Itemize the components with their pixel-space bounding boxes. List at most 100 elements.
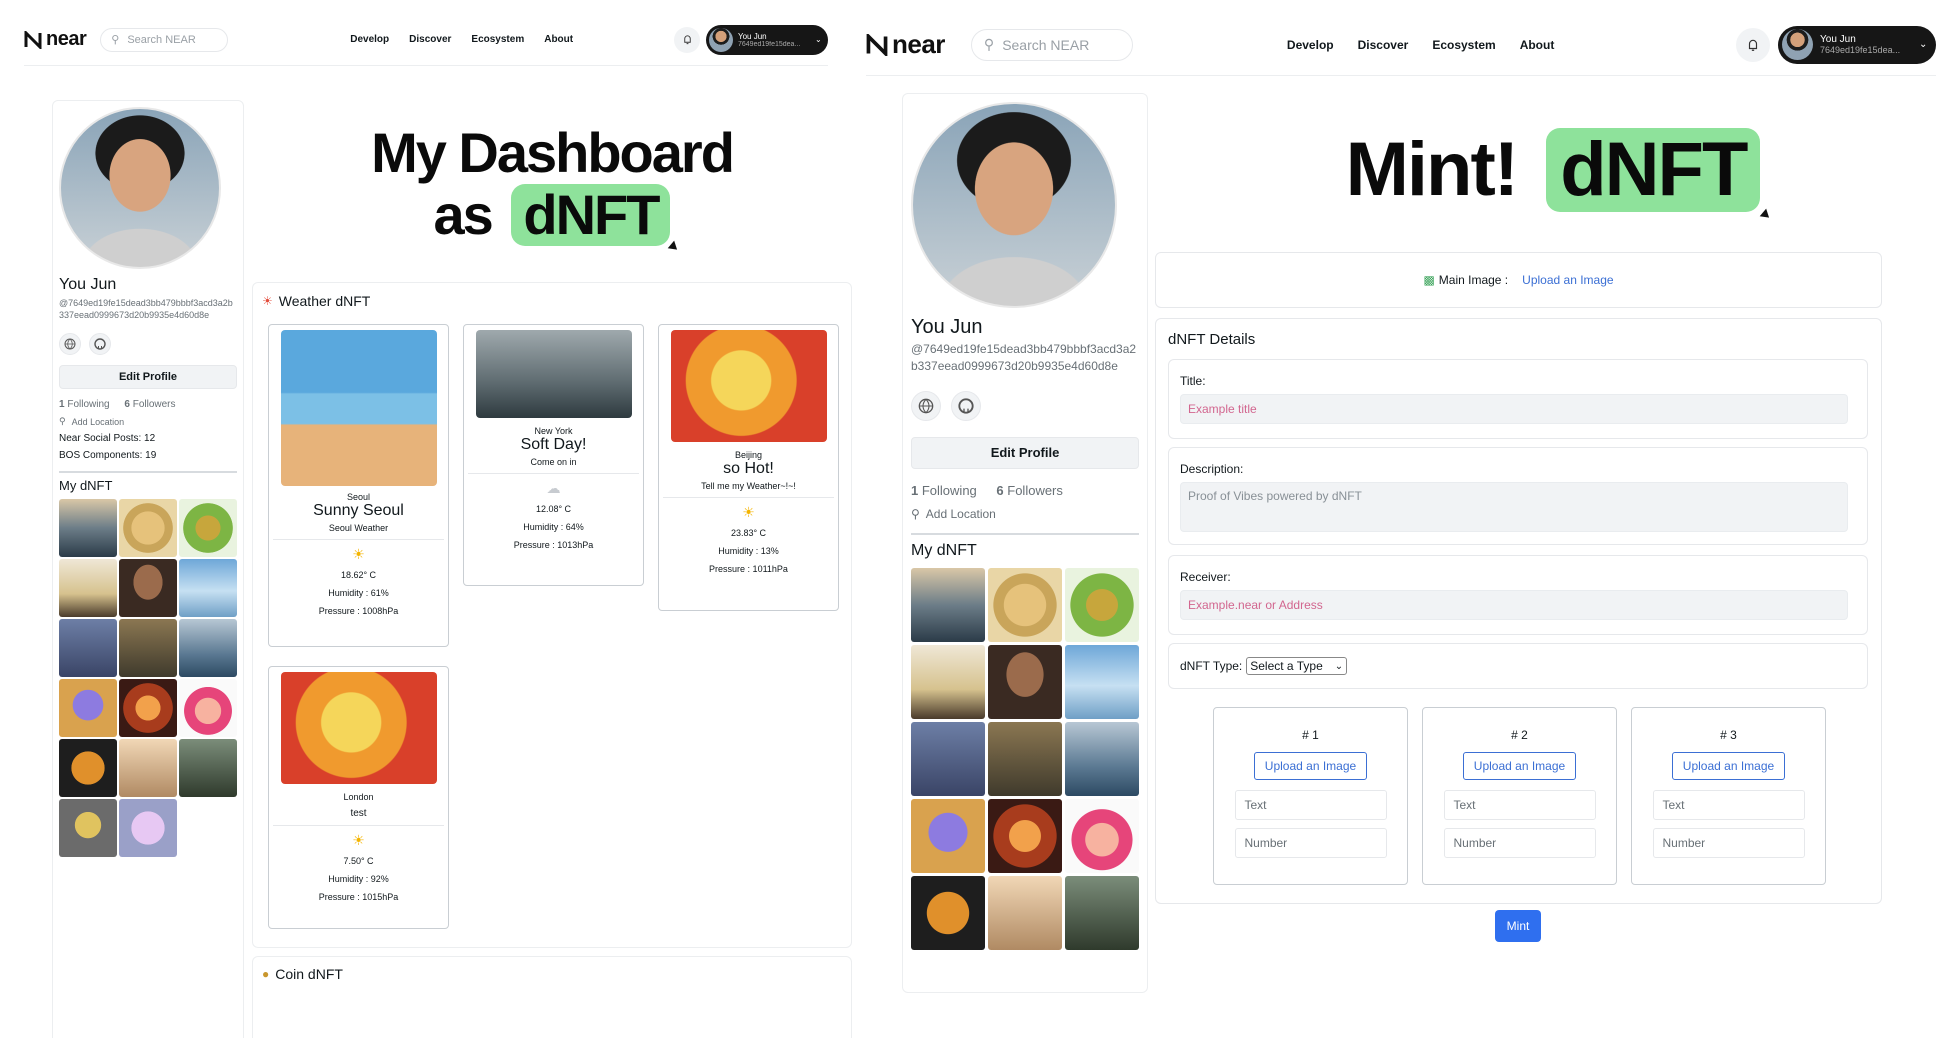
title-input[interactable]: Example title [1180, 394, 1848, 424]
following-label[interactable]: Following [922, 483, 977, 498]
edit-profile-button[interactable]: Edit Profile [59, 365, 237, 389]
weather-card-beijing[interactable]: Beijing so Hot! Tell me my Weather~!~! ☀… [658, 324, 839, 611]
location-pin-icon: ⚲ [59, 416, 66, 426]
nft-thumb[interactable] [988, 799, 1062, 873]
nft-thumb[interactable] [988, 876, 1062, 950]
nft-thumb[interactable] [119, 679, 177, 737]
nft-thumb[interactable] [59, 559, 117, 617]
follow-stats: 1 Following 6 Followers [59, 399, 237, 410]
slot-number-input[interactable]: Number [1443, 828, 1596, 858]
following-label[interactable]: Following [67, 399, 109, 410]
nft-thumb[interactable] [59, 499, 117, 557]
nft-thumb[interactable] [119, 559, 177, 617]
add-location-link[interactable]: ⚲ Add Location [59, 416, 237, 427]
nav-link-discover[interactable]: Discover [1358, 38, 1409, 52]
nft-thumb[interactable] [119, 739, 177, 797]
website-button[interactable] [59, 333, 81, 355]
nft-thumb[interactable] [911, 568, 985, 642]
cursor-icon [668, 240, 681, 254]
weather-card-london[interactable]: London test ☀ 7.50° C Humidity : 92% Pre… [268, 666, 449, 929]
nav-link-ecosystem[interactable]: Ecosystem [1432, 38, 1495, 52]
main-image-box: ▩ Main Image : Upload an Image [1155, 252, 1882, 308]
location-pin-icon: ⚲ [911, 507, 920, 521]
social-links [911, 391, 1139, 421]
nft-thumb[interactable] [179, 739, 237, 797]
weather-city: Seoul [346, 492, 371, 502]
dashboard-title-line1: My Dashboard [371, 121, 735, 184]
add-location-link[interactable]: ⚲ Add Location [911, 507, 1139, 521]
edit-profile-button[interactable]: Edit Profile [911, 437, 1139, 469]
slot-number-input[interactable]: Number [1652, 828, 1805, 858]
notification-button[interactable] [1736, 27, 1770, 62]
slot-upload-button[interactable]: Upload an Image [1671, 752, 1786, 780]
nft-thumb[interactable] [59, 679, 117, 737]
upload-main-image-link[interactable]: Upload an Image [1522, 273, 1613, 287]
nft-thumb[interactable] [179, 619, 237, 677]
near-logo[interactable]: near [24, 28, 87, 51]
nft-thumb[interactable] [179, 499, 237, 557]
nft-thumb[interactable] [179, 559, 237, 617]
nft-thumb[interactable] [911, 876, 985, 950]
user-menu-button[interactable]: You Jun 7649ed19fe15dea... ⌄ [1778, 25, 1936, 64]
nft-thumb[interactable] [119, 499, 177, 557]
nft-thumb[interactable] [59, 739, 117, 797]
nft-thumb[interactable] [1065, 568, 1139, 642]
weather-card-image [475, 330, 632, 418]
weather-card-new-york[interactable]: New York Soft Day! Come on in ☁ 12.08° C… [463, 324, 644, 586]
nav-link-develop[interactable]: Develop [350, 34, 389, 45]
nft-thumb[interactable] [1065, 645, 1139, 719]
nft-thumb[interactable] [988, 722, 1062, 796]
nav-link-develop[interactable]: Develop [1287, 38, 1334, 52]
notification-button[interactable] [674, 26, 700, 53]
search-bar[interactable]: ⚲ Search NEAR [970, 28, 1133, 61]
nft-thumb[interactable] [988, 645, 1062, 719]
search-placeholder: Search NEAR [127, 33, 196, 46]
followers-label[interactable]: Followers [133, 399, 176, 410]
dnft-slot-2: # 2 Upload an Image Text Number [1422, 707, 1617, 885]
search-bar[interactable]: ⚲ Search NEAR [100, 27, 229, 52]
user-menu-button[interactable]: You Jun 7649ed19fe15dea... ⌄ [706, 24, 828, 55]
dnft-highlight: dNFT [511, 184, 681, 254]
search-icon: ⚲ [983, 36, 995, 52]
nft-thumb[interactable] [59, 619, 117, 677]
nft-thumb[interactable] [1065, 799, 1139, 873]
slot-upload-button[interactable]: Upload an Image [1253, 752, 1368, 780]
chevron-down-icon: ⌄ [815, 35, 822, 44]
slot-upload-button[interactable]: Upload an Image [1462, 752, 1577, 780]
github-button[interactable] [89, 333, 111, 355]
nft-thumb[interactable] [911, 722, 985, 796]
followers-label[interactable]: Followers [1007, 483, 1063, 498]
rainbow-icon: ☀ [262, 294, 273, 308]
nav-link-ecosystem[interactable]: Ecosystem [471, 34, 524, 45]
slot-text-input[interactable]: Text [1443, 790, 1596, 820]
nav-link-about[interactable]: About [544, 34, 573, 45]
type-label: dNFT Type: [1180, 659, 1243, 673]
nft-thumb[interactable] [988, 568, 1062, 642]
image-icon: ▩ [1423, 273, 1435, 287]
slot-number-input[interactable]: Number [1234, 828, 1387, 858]
globe-icon [918, 398, 934, 414]
receiver-input[interactable]: Example.near or Address [1180, 590, 1848, 620]
slot-text-input[interactable]: Text [1652, 790, 1805, 820]
nav-link-about[interactable]: About [1520, 38, 1555, 52]
nft-thumb[interactable] [911, 799, 985, 873]
nft-thumb[interactable] [119, 619, 177, 677]
nav-link-discover[interactable]: Discover [409, 34, 451, 45]
weather-card-image [280, 672, 437, 784]
near-logo[interactable]: near [866, 29, 945, 60]
nft-thumb[interactable] [59, 799, 117, 857]
github-button[interactable] [951, 391, 981, 421]
slot-text-input[interactable]: Text [1234, 790, 1387, 820]
weather-card-seoul[interactable]: Seoul Sunny Seoul Seoul Weather ☀ 18.62°… [268, 324, 449, 647]
type-select[interactable]: Select a Type ⌄ [1246, 657, 1348, 675]
website-button[interactable] [911, 391, 941, 421]
nft-thumb[interactable] [1065, 876, 1139, 950]
nft-thumb[interactable] [179, 679, 237, 737]
nft-thumb[interactable] [1065, 722, 1139, 796]
user-address: 7649ed19fe15dea... [738, 40, 801, 48]
weather-humidity: Humidity : 13% [718, 546, 779, 556]
nft-thumb[interactable] [911, 645, 985, 719]
mint-button[interactable]: Mint [1495, 910, 1541, 942]
nft-thumb[interactable] [119, 799, 177, 857]
description-textarea[interactable]: Proof of Vibes powered by dNFT [1180, 482, 1848, 532]
